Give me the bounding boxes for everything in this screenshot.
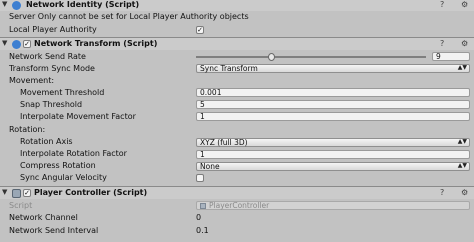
script-label: Script <box>9 201 33 210</box>
interpolate-rotation-label: Interpolate Rotation Factor <box>20 149 127 158</box>
movement-threshold-label: Movement Threshold <box>20 88 105 97</box>
network-transform-icon <box>12 40 21 49</box>
network-send-interval-label: Network Send Interval <box>9 226 99 235</box>
local-player-authority-checkbox[interactable]: ✓ <box>196 26 204 34</box>
rotation-axis-label: Rotation Axis <box>20 137 73 146</box>
player-controller-enabled-checkbox[interactable]: ✓ <box>23 189 31 197</box>
movement-section-label: Movement: <box>9 76 55 85</box>
gear-icon[interactable]: ⚙ <box>461 188 468 197</box>
foldout-triangle-icon[interactable]: ▼ <box>2 188 7 196</box>
sync-angular-velocity-label: Sync Angular Velocity <box>20 173 107 182</box>
sync-angular-velocity-checkbox[interactable] <box>196 174 204 182</box>
chevron-down-icon: ▲▼ <box>457 64 467 71</box>
gear-icon[interactable]: ⚙ <box>461 0 468 9</box>
chevron-down-icon: ▲▼ <box>457 138 467 145</box>
network-channel-value: 0 <box>196 213 202 222</box>
foldout-triangle-icon[interactable]: ▼ <box>2 39 7 47</box>
send-rate-label: Network Send Rate <box>9 52 86 61</box>
interpolate-rotation-field[interactable]: 1 <box>196 150 470 159</box>
network-send-interval-value: 0.1 <box>196 226 209 235</box>
foldout-triangle-icon[interactable]: ▼ <box>2 0 7 8</box>
compress-rotation-label: Compress Rotation <box>20 161 96 170</box>
send-rate-field[interactable]: 9 <box>432 52 470 61</box>
gear-icon[interactable]: ⚙ <box>461 39 468 48</box>
sync-mode-label: Transform Sync Mode <box>9 64 95 73</box>
interpolate-movement-field[interactable]: 1 <box>196 112 470 121</box>
help-icon[interactable]: ? <box>440 0 444 9</box>
chevron-down-icon: ▲▼ <box>457 162 467 169</box>
network-identity-header[interactable]: ▼ Network Identity (Script) ? ⚙ <box>0 0 474 11</box>
help-icon[interactable]: ? <box>440 188 444 197</box>
player-controller-header[interactable]: ▼ ✓ Player Controller (Script) ? ⚙ <box>0 187 474 199</box>
network-identity-title: Network Identity (Script) <box>26 0 140 9</box>
script-field: PlayerController <box>196 201 470 210</box>
local-player-authority-label: Local Player Authority <box>9 25 97 34</box>
interpolate-movement-label: Interpolate Movement Factor <box>20 112 136 121</box>
compress-rotation-dropdown[interactable]: None ▲▼ <box>196 162 470 171</box>
movement-threshold-field[interactable]: 0.001 <box>196 88 470 97</box>
send-rate-slider-thumb[interactable] <box>268 53 276 61</box>
network-transform-header[interactable]: ▼ ✓ Network Transform (Script) ? ⚙ <box>0 38 474 50</box>
server-only-warning: Server Only cannot be set for Local Play… <box>9 12 249 21</box>
rotation-axis-dropdown[interactable]: XYZ (full 3D) ▲▼ <box>196 138 470 147</box>
network-channel-label: Network Channel <box>9 213 78 222</box>
snap-threshold-label: Snap Threshold <box>20 100 83 109</box>
help-icon[interactable]: ? <box>440 39 444 48</box>
network-transform-title: Network Transform (Script) <box>34 39 158 48</box>
sync-mode-dropdown[interactable]: Sync Transform ▲▼ <box>196 64 470 73</box>
network-identity-icon <box>12 1 21 10</box>
script-file-icon <box>200 203 206 209</box>
send-rate-slider-track[interactable] <box>196 56 426 58</box>
player-controller-title: Player Controller (Script) <box>34 188 148 197</box>
rotation-section-label: Rotation: <box>9 125 46 134</box>
script-file-icon <box>12 189 21 198</box>
network-transform-enabled-checkbox[interactable]: ✓ <box>23 40 31 48</box>
snap-threshold-field[interactable]: 5 <box>196 100 470 109</box>
